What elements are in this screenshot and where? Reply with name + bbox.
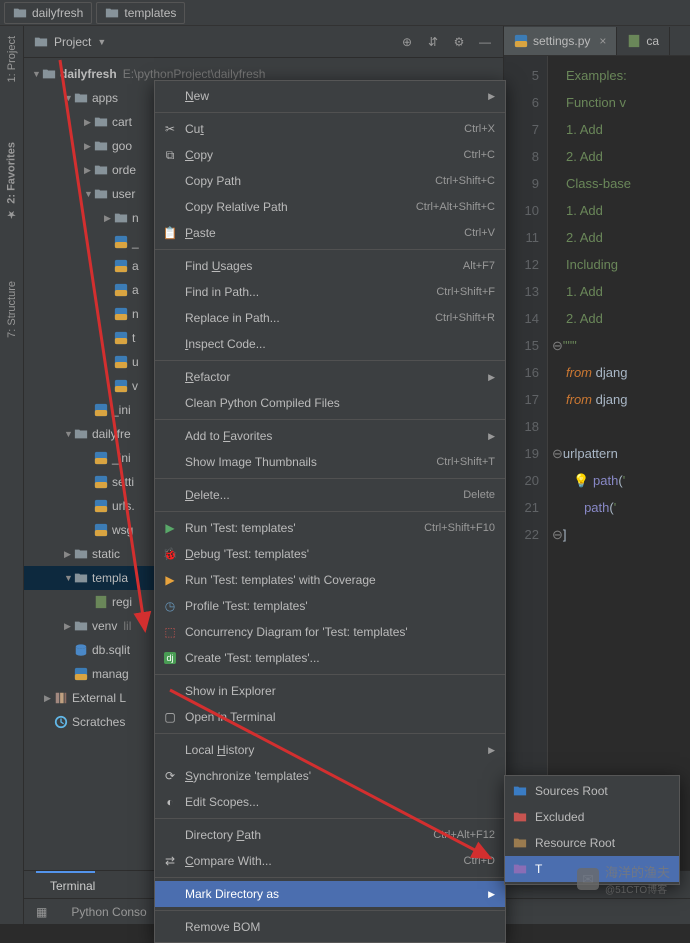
- tool-favorites[interactable]: ★ 2: Favorites: [5, 142, 18, 221]
- menu-item[interactable]: ▢Open in Terminal: [155, 704, 505, 730]
- menu-item[interactable]: Mark Directory as▶: [155, 881, 505, 907]
- menu-item[interactable]: 🐞Debug 'Test: templates': [155, 541, 505, 567]
- project-panel-header: Project ▼ ⊕ ⇵ ⚙ —: [24, 26, 503, 58]
- terminal-icon: ▢: [161, 708, 179, 726]
- folder-icon: [13, 6, 27, 20]
- breadcrumb-bar: dailyfresh templates: [0, 0, 690, 26]
- menu-item[interactable]: ⟳Synchronize 'templates': [155, 763, 505, 789]
- menu-item[interactable]: Copy PathCtrl+Shift+C: [155, 168, 505, 194]
- copy-icon: ⧉: [161, 146, 179, 164]
- wechat-icon: ✉: [577, 868, 599, 890]
- bulb-icon[interactable]: 💡: [573, 473, 589, 488]
- menu-item[interactable]: Remove BOM: [155, 914, 505, 940]
- coverage-icon: ▶: [161, 571, 179, 589]
- breadcrumb-item-0[interactable]: dailyfresh: [4, 2, 92, 24]
- profile-icon: ◷: [161, 597, 179, 615]
- project-icon: [34, 35, 48, 49]
- breadcrumb-item-1[interactable]: templates: [96, 2, 185, 24]
- folder-icon: [42, 67, 56, 81]
- menu-item[interactable]: Show in Explorer: [155, 678, 505, 704]
- tool-structure[interactable]: 7: Structure: [6, 281, 18, 338]
- folder-icon: [105, 6, 119, 20]
- menu-item[interactable]: Local History▶: [155, 737, 505, 763]
- locate-icon[interactable]: ⊕: [399, 35, 415, 49]
- python-console-tab[interactable]: Python Conso: [71, 905, 146, 919]
- menu-item[interactable]: ⬚Concurrency Diagram for 'Test: template…: [155, 619, 505, 645]
- submenu-item[interactable]: Resource Root: [505, 830, 679, 856]
- submenu-item[interactable]: Sources Root: [505, 778, 679, 804]
- tool-project[interactable]: 1: Project: [6, 36, 18, 82]
- create-icon: dj: [161, 649, 179, 667]
- menu-item[interactable]: djCreate 'Test: templates'...: [155, 645, 505, 671]
- hide-icon[interactable]: —: [477, 35, 493, 49]
- menu-item[interactable]: Directory PathCtrl+Alt+F12: [155, 822, 505, 848]
- scopes-icon: ◐: [161, 793, 179, 811]
- paste-icon: 📋: [161, 224, 179, 242]
- menu-item[interactable]: 📋PasteCtrl+V: [155, 220, 505, 246]
- left-toolstrip: 1: Project ★ 2: Favorites 7: Structure: [0, 26, 24, 924]
- menu-item[interactable]: ◐Edit Scopes...: [155, 789, 505, 815]
- watermark: ✉ 海洋的渔夫 @51CTO博客: [577, 862, 670, 896]
- menu-item[interactable]: Clean Python Compiled Files: [155, 390, 505, 416]
- folder-icon: [511, 860, 529, 878]
- menu-item[interactable]: ▶Run 'Test: templates' with Coverage: [155, 567, 505, 593]
- menu-item[interactable]: ✂CutCtrl+X: [155, 116, 505, 142]
- menu-item[interactable]: Inspect Code...: [155, 331, 505, 357]
- submenu-item[interactable]: Excluded: [505, 804, 679, 830]
- editor-tabs: settings.py×ca: [504, 26, 690, 56]
- editor-tab[interactable]: ca: [617, 27, 670, 55]
- collapse-icon[interactable]: ⇵: [425, 35, 441, 49]
- menu-item[interactable]: Delete...Delete: [155, 482, 505, 508]
- menu-item[interactable]: New▶: [155, 83, 505, 109]
- debug-icon: 🐞: [161, 545, 179, 563]
- menu-item[interactable]: Add to Favorites▶: [155, 423, 505, 449]
- editor-tab[interactable]: settings.py×: [504, 27, 617, 55]
- menu-item[interactable]: ▶Run 'Test: templates'Ctrl+Shift+F10: [155, 515, 505, 541]
- terminal-tab[interactable]: Terminal: [36, 871, 95, 898]
- menu-item[interactable]: ⧉CopyCtrl+C: [155, 142, 505, 168]
- concurrency-icon: ⬚: [161, 623, 179, 641]
- folder-icon: [511, 834, 529, 852]
- cut-icon: ✂: [161, 120, 179, 138]
- menu-item[interactable]: Find UsagesAlt+F7: [155, 253, 505, 279]
- menu-item[interactable]: ⇄Compare With...Ctrl+D: [155, 848, 505, 874]
- menu-item[interactable]: ◷Profile 'Test: templates': [155, 593, 505, 619]
- menu-item[interactable]: Refactor▶: [155, 364, 505, 390]
- menu-item[interactable]: Replace in Path...Ctrl+Shift+R: [155, 305, 505, 331]
- close-tab-icon[interactable]: ×: [599, 34, 606, 48]
- folder-icon: [511, 808, 529, 826]
- menu-item[interactable]: Show Image ThumbnailsCtrl+Shift+T: [155, 449, 505, 475]
- context-menu[interactable]: New▶ ✂CutCtrl+X⧉CopyCtrl+CCopy PathCtrl+S…: [154, 80, 506, 943]
- gear-icon[interactable]: ⚙: [451, 35, 467, 49]
- compare-icon: ⇄: [161, 852, 179, 870]
- console-icon[interactable]: ▦: [36, 905, 47, 919]
- menu-item[interactable]: Find in Path...Ctrl+Shift+F: [155, 279, 505, 305]
- folder-icon: [511, 782, 529, 800]
- chevron-down-icon[interactable]: ▼: [97, 37, 106, 47]
- menu-item[interactable]: Copy Relative PathCtrl+Alt+Shift+C: [155, 194, 505, 220]
- project-title: Project: [54, 35, 91, 49]
- run-icon: ▶: [161, 519, 179, 537]
- sync-icon: ⟳: [161, 767, 179, 785]
